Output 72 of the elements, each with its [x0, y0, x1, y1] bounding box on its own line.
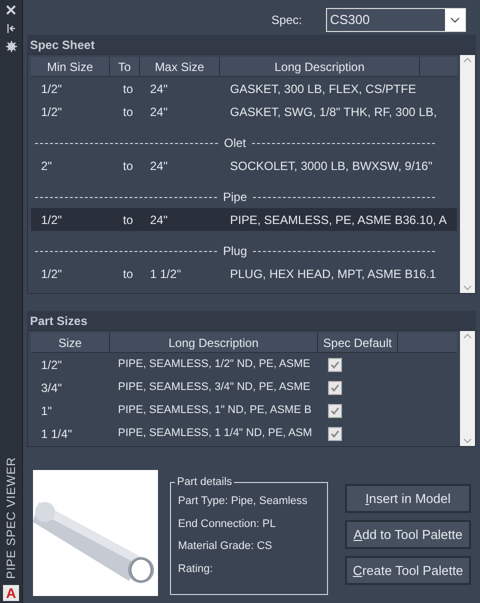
table-cell-text: 1 1/2"	[149, 266, 182, 282]
checkmark-icon	[330, 406, 340, 416]
palette-title: PIPE SPEC VIEWER	[3, 456, 19, 579]
table-cell-text: to	[122, 158, 134, 174]
table-cell-text: 24"	[149, 158, 169, 174]
checkmark-icon	[330, 360, 340, 370]
column-header[interactable]: Min Size	[31, 57, 110, 76]
detail-text: End Connection: PL	[178, 516, 277, 532]
spec-row[interactable]: 1/2" to 24" PIPE, SEAMLESS, PE, ASME B36.10, A	[31, 208, 457, 231]
spec-row[interactable]: 2" to 24" SOCKOLET, 3000 LB, BWXSW, 9/16"	[31, 154, 457, 177]
size-row[interactable]: 1 1/4" PIPE, SEAMLESS, 1 1/4" ND, PE, ASM	[31, 422, 457, 445]
close-icon[interactable]	[6, 5, 16, 15]
detail-text: Material Grade: CS	[178, 539, 274, 554]
table-cell-text: PIPE, SEAMLESS, 1/2" ND, PE, ASME	[117, 357, 312, 372]
action-button[interactable]: Insert in Model	[345, 484, 471, 513]
table-cell-text: PIPE, SEAMLESS, PE, ASME B36.10, A	[229, 212, 447, 228]
checkbox[interactable]	[328, 404, 342, 418]
app-logo: A	[3, 585, 19, 601]
column-header[interactable]: Spec Default	[318, 333, 398, 352]
table-cell-text: 1/2"	[40, 356, 63, 374]
section-title: Spec Sheet	[30, 36, 95, 54]
checkbox[interactable]	[328, 426, 342, 440]
table-cell-text: 1"	[40, 402, 53, 420]
column-header[interactable]: Long Description	[220, 57, 420, 76]
spec-row[interactable]: 1/2" to 1 1/2" PLUG, HEX HEAD, MPT, ASME B16.1	[31, 262, 457, 285]
table-cell-text: 24"	[149, 80, 169, 98]
table-cell-text: to	[122, 104, 134, 120]
group-header[interactable]: Olet	[224, 134, 246, 152]
table-cell-text: to	[122, 80, 134, 98]
detail-text: Rating:	[178, 562, 214, 576]
table-cell-text: 24"	[149, 212, 169, 228]
column-header[interactable]: Long Description	[110, 333, 318, 352]
caret-icon	[450, 16, 460, 22]
table-cell-text: 1/2"	[40, 80, 63, 98]
table-cell-text: PIPE, SEAMLESS, 1" ND, PE, ASME B	[117, 403, 312, 418]
checkmark-icon	[330, 382, 340, 392]
table-cell-text: PLUG, HEX HEAD, MPT, ASME B16.1	[229, 266, 436, 282]
table-cell-text: 1/2"	[40, 104, 63, 120]
table-cell-text: GASKET, 300 LB, FLEX, CS/PTFE	[229, 80, 416, 98]
action-button[interactable]: Add to Tool Palette	[345, 520, 471, 549]
table-cell-text: PIPE, SEAMLESS, 1 1/4" ND, PE, ASM	[117, 426, 314, 442]
table-cell-text: to	[122, 212, 134, 228]
checkmark-icon	[330, 428, 340, 438]
size-row[interactable]: 1" PIPE, SEAMLESS, 1" ND, PE, ASME B	[31, 399, 457, 422]
size-row[interactable]: 1/2" PIPE, SEAMLESS, 1/2" ND, PE, ASME	[31, 353, 457, 376]
detail-text: Part Type: Pipe, Seamless	[178, 494, 308, 509]
section-title: Part Sizes	[30, 312, 88, 330]
table-cell-text: PIPE, SEAMLESS, 3/4" ND, PE, ASME	[117, 380, 312, 396]
spec-row[interactable]: 1/2" to 24" GASKET, SWG, 1/8" THK, RF, 300 LB,	[31, 100, 457, 123]
table-cell-text: 1/2"	[40, 212, 63, 228]
column-header[interactable]: To	[110, 57, 140, 76]
column-header[interactable]: Size	[31, 333, 110, 352]
settings-icon[interactable]	[6, 41, 16, 52]
spec-dropdown[interactable]: CS300	[326, 8, 466, 32]
size-row[interactable]: 3/4" PIPE, SEAMLESS, 3/4" ND, PE, ASME	[31, 376, 457, 399]
pin-icon[interactable]	[6, 24, 16, 33]
table-cell-text: 1 1/4"	[40, 426, 73, 442]
checkbox[interactable]	[328, 358, 342, 372]
action-button[interactable]: Create Tool Palette	[345, 556, 471, 585]
spec-label: Spec:	[271, 12, 302, 28]
table-cell-text: 1/2"	[40, 266, 63, 282]
spec-row[interactable]: 1/2" to 24" GASKET, 300 LB, FLEX, CS/PTFE	[31, 77, 457, 100]
table-cell-text: SOCKOLET, 3000 LB, BWXSW, 9/16"	[229, 158, 432, 174]
table-cell-text: 2"	[40, 158, 53, 174]
column-header[interactable]: Max Size	[140, 57, 220, 76]
table-cell-text: 24"	[149, 104, 169, 120]
group-header[interactable]: Pipe	[222, 188, 248, 206]
group-header[interactable]: Plug	[222, 242, 248, 260]
table-cell-text: to	[122, 266, 134, 282]
table-cell-text: 3/4"	[40, 380, 63, 396]
checkbox[interactable]	[328, 380, 342, 394]
table-cell-text: GASKET, SWG, 1/8" THK, RF, 300 LB,	[229, 104, 437, 120]
